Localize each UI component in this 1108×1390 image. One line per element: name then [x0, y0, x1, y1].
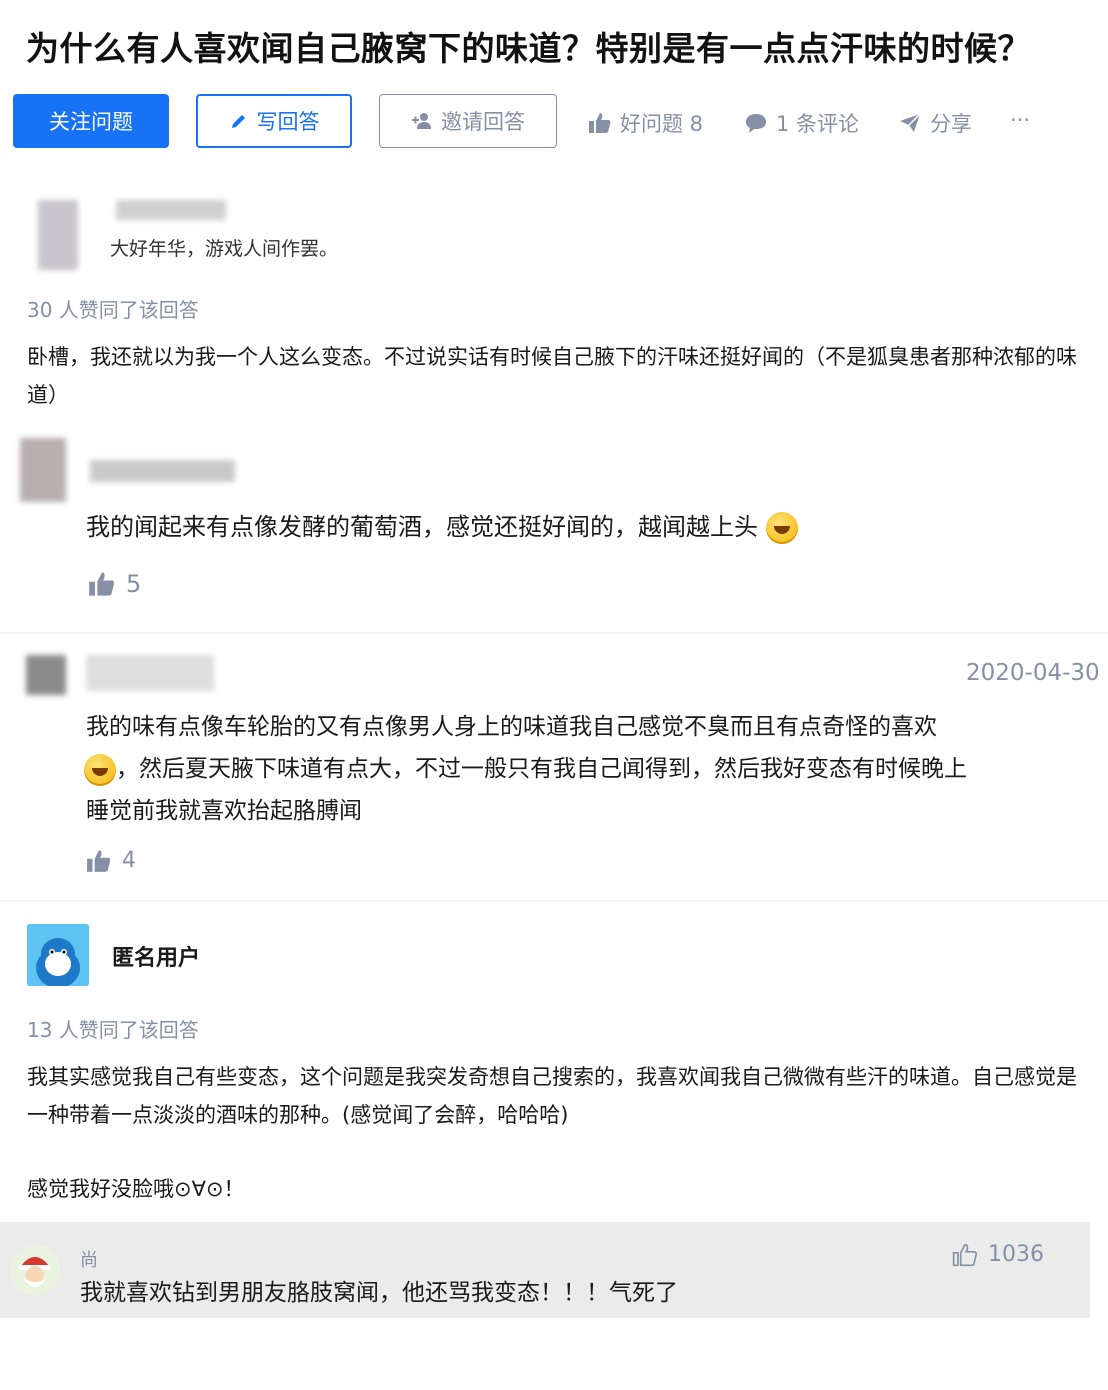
vote-count: 30 人赞同了该回答 [27, 298, 199, 322]
thumbs-up-icon [589, 113, 611, 133]
reply-text: 我就喜欢钻到男朋友胳肢窝闻，他还骂我变态！！！气死了 [80, 1280, 678, 1306]
comment-author-blurred[interactable] [90, 460, 235, 482]
comment-line-1: 我的味有点像车轮胎的又有点像男人身上的味道我自己感觉不臭而且有点奇怪的喜欢 [86, 714, 937, 740]
comment-like-button[interactable]: 5 [88, 570, 141, 598]
good-question-button[interactable]: 好问题 8 [588, 108, 703, 138]
author-bio: 大好年华，游戏人间作罢。 [110, 238, 339, 260]
answer-content: 我其实感觉我自己有些变态，这个问题是我突发奇想自己搜索的，我喜欢闻我自己微微有些… [27, 1065, 1077, 1127]
add-user-icon [412, 113, 431, 129]
comment-like-button[interactable]: 4 [86, 848, 136, 873]
reply-like-button[interactable]: 1036 [952, 1242, 1044, 1267]
comment-line-2: ，然后夏天腋下味道有点大，不过一般只有我自己闻得到，然后我好变态有时候晚上 [116, 756, 967, 782]
author-name-blurred[interactable] [116, 200, 226, 220]
vote-count: 13 人赞同了该回答 [27, 1018, 199, 1042]
comment-icon [746, 114, 766, 133]
answer-content: 卧槽，我还就以为我一个人这么变态。不过说实话有时候自己腋下的汗味还挺好闻的（不是… [27, 345, 1077, 407]
comment-avatar[interactable] [26, 655, 66, 695]
anonymous-penguin-icon [27, 924, 89, 986]
answer-content-p2: 感觉我好没脸哦⊙∀⊙！ [27, 1177, 245, 1201]
more-icon: ··· [1010, 108, 1031, 132]
good-question-label: 好问题 8 [620, 112, 704, 136]
divider [0, 900, 1108, 902]
comment-text: 我的闻起来有点像发酵的葡萄酒，感觉还挺好闻的，越闻越上头 [86, 506, 1086, 548]
comment-line-3: 睡觉前我就喜欢抬起胳膊闻 [86, 798, 362, 824]
invite-label: 邀请回答 [441, 110, 525, 134]
author-name[interactable]: 匿名用户 [112, 940, 200, 972]
thumbs-up-icon [87, 849, 111, 872]
more-button[interactable]: ··· [1010, 108, 1030, 132]
question-title: 为什么有人喜欢闻自己腋窝下的味道？特别是有一点点汗味的时候？ [26, 29, 1031, 68]
comment-date: 2020-04-30 [966, 660, 1100, 686]
follow-question-button[interactable]: 关注问题 [13, 94, 169, 148]
comment-like-count: 4 [122, 848, 136, 873]
avatar[interactable] [38, 200, 78, 270]
laughing-crying-emoji-icon [765, 512, 798, 544]
reply-like-count: 1036 [988, 1242, 1044, 1267]
comment-text-body: 我的闻起来有点像发酵的葡萄酒，感觉还挺好闻的，越闻越上头 [86, 513, 758, 541]
santa-avatar-icon [10, 1245, 60, 1295]
thumbs-up-icon [89, 572, 115, 596]
comments-button[interactable]: 1 条评论 [744, 108, 859, 138]
follow-label: 关注问题 [49, 110, 133, 134]
share-icon [900, 113, 921, 132]
anonymous-avatar[interactable] [27, 924, 89, 986]
write-label: 写回答 [256, 110, 320, 134]
thumbs-up-outline-icon [952, 1243, 978, 1266]
share-button[interactable]: 分享 [898, 108, 972, 138]
comment-like-count: 5 [126, 570, 142, 598]
reply-author[interactable]: 尚 [80, 1246, 98, 1272]
comment-author-blurred[interactable] [86, 655, 214, 691]
write-answer-button[interactable]: 写回答 [196, 94, 352, 148]
reply-avatar[interactable] [10, 1245, 60, 1295]
pencil-icon [231, 115, 245, 128]
share-label: 分享 [930, 112, 972, 136]
comment-line-2-wrap: ，然后夏天腋下味道有点大，不过一般只有我自己闻得到，然后我好变态有时候晚上 [84, 748, 1106, 790]
comments-label: 1 条评论 [776, 112, 860, 136]
comment-text: 我的味有点像车轮胎的又有点像男人身上的味道我自己感觉不臭而且有点奇怪的喜欢 ，然… [84, 706, 1106, 832]
comment-avatar[interactable] [20, 438, 66, 502]
laughing-crying-emoji-icon [84, 753, 116, 786]
invite-answer-button[interactable]: 邀请回答 [379, 94, 557, 148]
divider [0, 632, 1108, 634]
